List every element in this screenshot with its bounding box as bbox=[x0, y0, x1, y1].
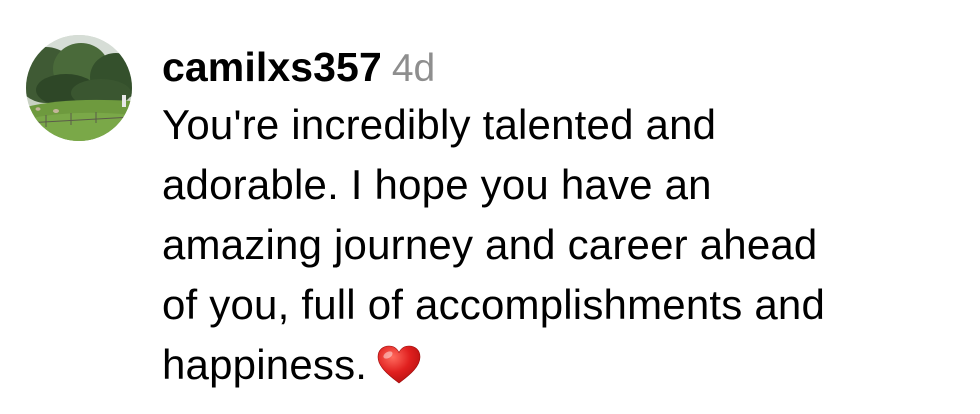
username-link[interactable]: camilxs357 bbox=[162, 44, 382, 90]
comment-text-line: happiness. bbox=[162, 341, 368, 388]
comment-item: camilxs357 4d You're incredibly talented … bbox=[0, 0, 980, 414]
avatar[interactable] bbox=[26, 35, 132, 141]
comment-text-last-line: happiness. bbox=[162, 335, 962, 395]
heart-emoji-icon bbox=[377, 345, 421, 385]
comment-text-line: adorable. I hope you have an bbox=[162, 161, 712, 208]
comment-header: camilxs357 4d bbox=[162, 38, 962, 96]
avatar-landscape-image bbox=[26, 35, 132, 141]
comment-text-line: You're incredibly talented and bbox=[162, 101, 717, 148]
comment-text-line: amazing journey and career ahead bbox=[162, 221, 818, 268]
comment-text-line: of you, full of accomplishments and bbox=[162, 281, 826, 328]
comment-text: You're incredibly talented and adorable.… bbox=[162, 95, 962, 395]
comment-timestamp[interactable]: 4d bbox=[392, 47, 435, 90]
comment-body: camilxs357 4d You're incredibly talented … bbox=[162, 38, 962, 395]
